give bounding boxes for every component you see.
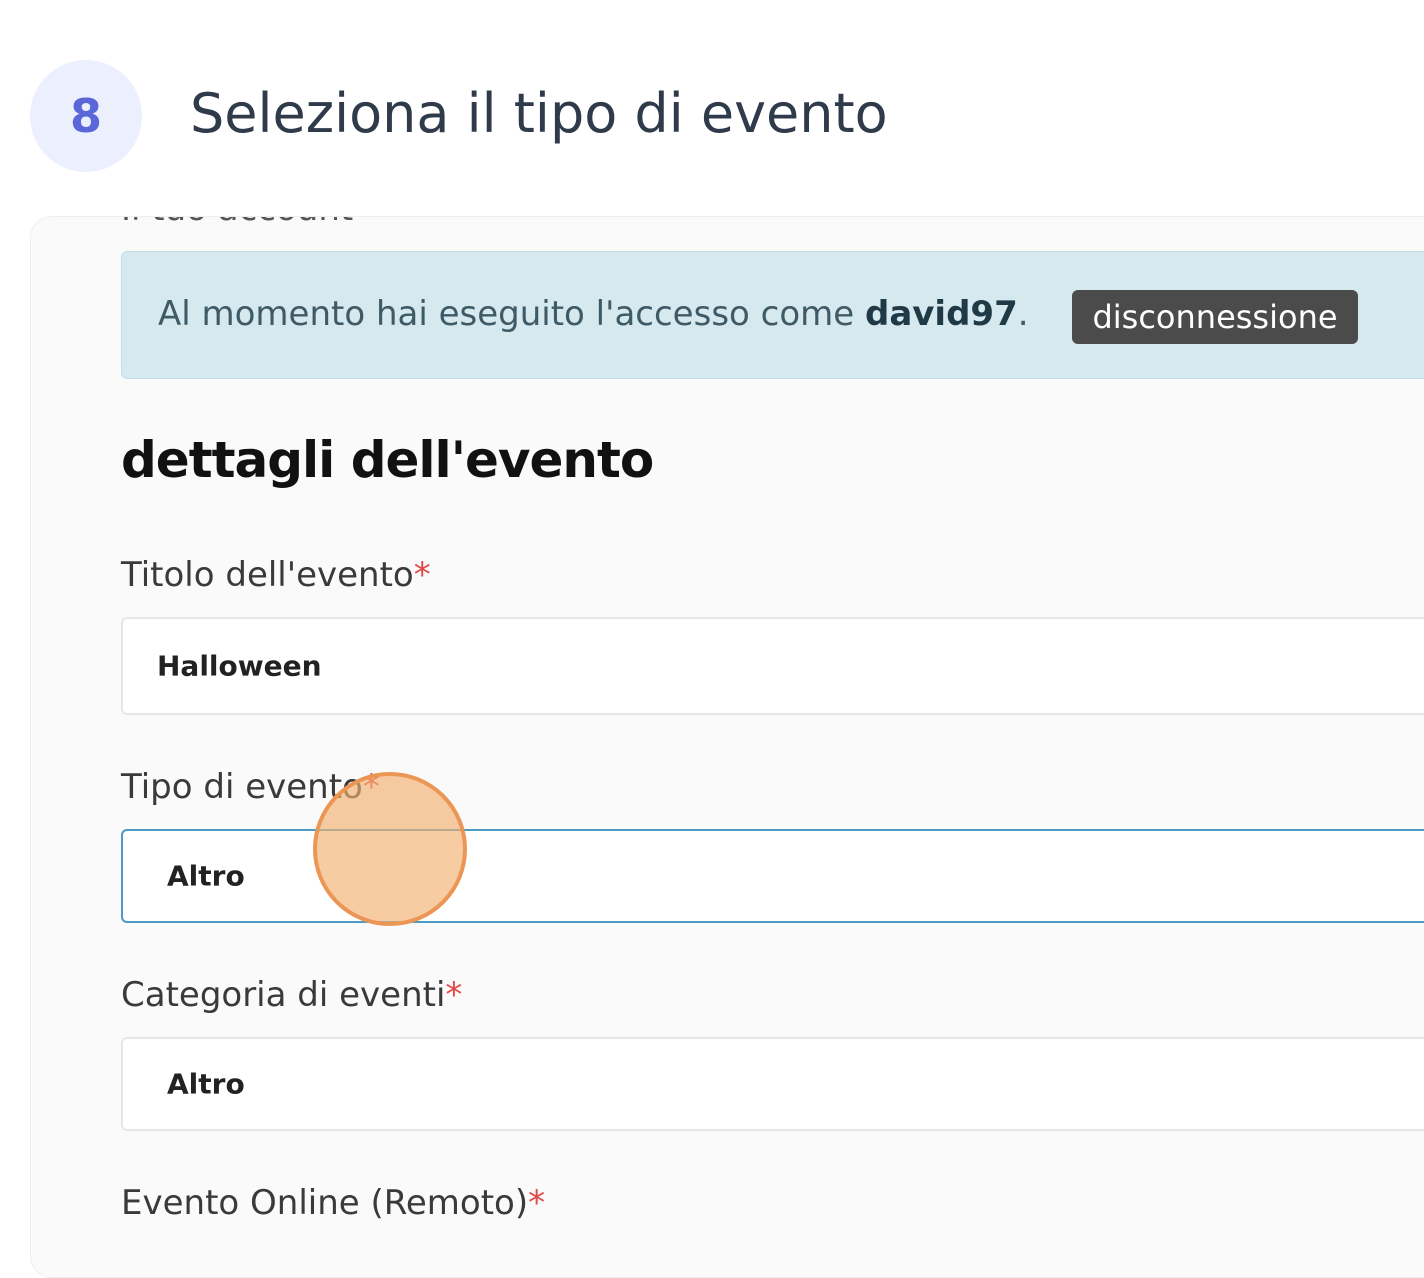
event-form-card: Il tuo account Al momento hai eseguito l… bbox=[30, 216, 1424, 1278]
online-event-label-text: Evento Online (Remoto) bbox=[121, 1183, 529, 1223]
login-status-prefix: Al momento hai eseguito l'accesso come bbox=[158, 294, 865, 334]
required-mark: * bbox=[445, 975, 463, 1015]
online-event-label: Evento Online (Remoto)* bbox=[121, 1183, 545, 1223]
event-title-value: Halloween bbox=[157, 649, 322, 683]
step-title: Seleziona il tipo di evento bbox=[190, 82, 888, 145]
logged-username: david97 bbox=[864, 294, 1018, 334]
required-mark: * bbox=[362, 767, 380, 807]
event-type-select[interactable]: Altro bbox=[121, 829, 1424, 923]
event-title-label-text: Titolo dell'evento bbox=[121, 555, 414, 595]
login-status-suffix: . bbox=[1017, 294, 1029, 334]
step-number-badge: 8 bbox=[30, 60, 142, 172]
event-type-label-text: Tipo di evento bbox=[121, 767, 363, 807]
event-type-value: Altro bbox=[167, 859, 245, 893]
required-mark: * bbox=[528, 1183, 546, 1223]
partial-heading: Il tuo account bbox=[121, 217, 353, 229]
event-type-label: Tipo di evento* bbox=[121, 767, 380, 807]
event-title-input[interactable]: Halloween bbox=[121, 617, 1424, 715]
event-category-value: Altro bbox=[167, 1067, 245, 1101]
event-title-label: Titolo dell'evento* bbox=[121, 555, 431, 595]
event-category-label: Categoria di eventi* bbox=[121, 975, 462, 1015]
logout-button[interactable]: disconnessione bbox=[1072, 290, 1358, 344]
step-header: 8 Seleziona il tipo di evento bbox=[0, 0, 1424, 210]
event-category-label-text: Categoria di eventi bbox=[121, 975, 446, 1015]
login-status-text: Al momento hai eseguito l'accesso come d… bbox=[158, 294, 1029, 334]
section-title: dettagli dell'evento bbox=[121, 431, 654, 489]
login-status-alert: Al momento hai eseguito l'accesso come d… bbox=[121, 251, 1424, 379]
event-category-select[interactable]: Altro bbox=[121, 1037, 1424, 1131]
required-mark: * bbox=[413, 555, 431, 595]
